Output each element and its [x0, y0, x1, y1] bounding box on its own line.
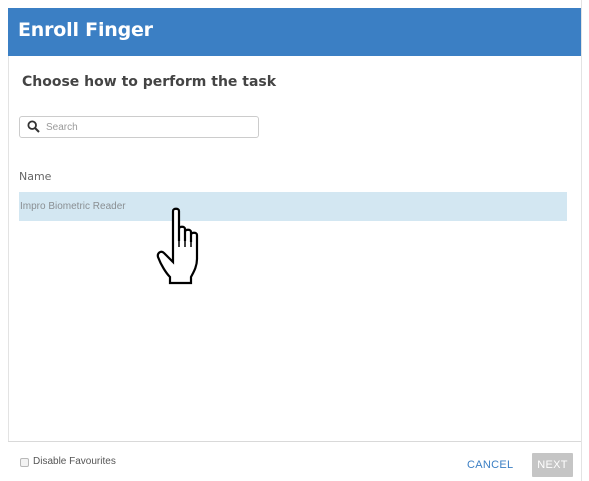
dialog-content: Choose how to perform the task Name Impr…	[8, 56, 581, 441]
list-item[interactable]: Impro Biometric Reader	[19, 192, 567, 221]
dialog-title: Enroll Finger	[18, 19, 153, 41]
cancel-button[interactable]: CANCEL	[459, 453, 521, 477]
search-icon	[27, 120, 40, 133]
disable-favourites-checkbox[interactable]	[20, 458, 29, 467]
search-input[interactable]	[46, 119, 251, 135]
search-box[interactable]	[19, 116, 259, 138]
next-button[interactable]: NEXT	[532, 453, 573, 477]
hand-pointer-icon	[156, 207, 199, 285]
dialog-titlebar: Enroll Finger	[8, 8, 581, 56]
enroll-finger-dialog: Enroll Finger Choose how to perform the …	[0, 0, 582, 481]
task-subtitle: Choose how to perform the task	[22, 74, 277, 90]
dialog-footer: Disable Favourites CANCEL NEXT	[8, 441, 581, 481]
list-item-label: Impro Biometric Reader	[20, 201, 126, 212]
column-header-name[interactable]: Name	[19, 170, 51, 183]
disable-favourites-label[interactable]: Disable Favourites	[33, 456, 116, 467]
